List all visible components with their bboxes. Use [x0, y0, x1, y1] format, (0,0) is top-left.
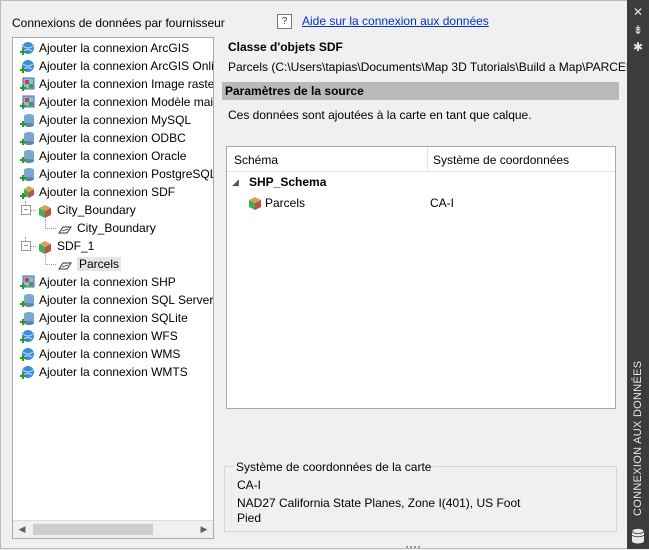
- tree-item-label: City_Boundary: [57, 203, 136, 217]
- pin-icon[interactable]: ⇟: [631, 23, 645, 37]
- tree-item-label: Ajouter la connexion SQL Server: [39, 293, 214, 307]
- collapse-toggle-icon[interactable]: −: [21, 241, 31, 251]
- tree-item-label: Ajouter la connexion Image raster: [39, 77, 214, 91]
- help-link[interactable]: Aide sur la connexion aux données: [302, 14, 489, 28]
- tree-item[interactable]: Ajouter la connexion SQL Server: [19, 291, 213, 309]
- tree-item[interactable]: Ajouter la connexion SHP: [19, 273, 176, 291]
- palette-sidebar: ✕ ⇟ ✱ CONNEXION AUX DONNÉES: [627, 0, 649, 549]
- schema-name: SHP_Schema: [249, 175, 327, 189]
- tree-item-label: City_Boundary: [77, 221, 156, 235]
- scroll-right-icon[interactable]: ▶: [197, 523, 211, 536]
- horizontal-scrollbar[interactable]: ◀ ▶: [13, 520, 213, 538]
- column-schema[interactable]: Schéma: [234, 153, 278, 167]
- resize-grip[interactable]: [406, 546, 420, 550]
- feature-class-icon: [57, 221, 73, 237]
- sdf-cube-icon: [37, 239, 53, 255]
- schema-group-row[interactable]: ◢ SHP_Schema: [227, 173, 615, 191]
- tree-item[interactable]: Ajouter la connexion Modèle maillé: [19, 93, 214, 111]
- schema-grid[interactable]: Schéma Système de coordonnées ◢ SHP_Sche…: [226, 146, 616, 409]
- sdf-add-icon: [19, 185, 35, 201]
- help-icon[interactable]: ?: [277, 14, 292, 29]
- tree-item[interactable]: Ajouter la connexion MySQL: [19, 111, 191, 129]
- tree-item-label: Ajouter la connexion SHP: [39, 275, 176, 289]
- database-add-icon: [19, 167, 35, 183]
- column-divider[interactable]: [427, 147, 428, 171]
- map-coordinate-system-title: Système de coordonnées de la carte: [234, 460, 434, 474]
- tree-item[interactable]: Ajouter la connexion ArcGIS: [19, 39, 189, 57]
- source-settings-header: Paramètres de la source: [222, 82, 619, 100]
- tree-item-label: Ajouter la connexion Oracle: [39, 149, 187, 163]
- map-cs-code: CA-I: [237, 478, 261, 492]
- globe-add-icon: [19, 329, 35, 345]
- feature-class-icon: [57, 257, 73, 273]
- scroll-thumb[interactable]: [33, 524, 153, 535]
- tree-item-label: SDF_1: [57, 239, 95, 253]
- tree-item[interactable]: City_Boundary: [45, 219, 156, 237]
- tree-item[interactable]: − SDF_1: [21, 237, 95, 255]
- tree-item[interactable]: − City_Boundary: [21, 201, 136, 219]
- collapse-arrow-icon[interactable]: ◢: [232, 173, 239, 191]
- feature-class-cube-icon: [247, 195, 263, 211]
- feature-class-title: Classe d'objets SDF: [228, 40, 343, 54]
- palette-title-text: CONNEXION AUX DONNÉES: [632, 360, 644, 516]
- tree-item-label: Ajouter la connexion ArcGIS Online: [39, 59, 214, 73]
- globe-add-icon: [19, 59, 35, 75]
- close-icon[interactable]: ✕: [631, 5, 645, 19]
- tree-item[interactable]: Parcels: [45, 255, 122, 273]
- feature-class-name: Parcels: [265, 196, 306, 210]
- tree-item[interactable]: Ajouter la connexion WMTS: [19, 363, 188, 381]
- database-add-icon: [19, 149, 35, 165]
- raster-add-icon: [19, 95, 35, 111]
- database-add-icon: [19, 113, 35, 129]
- globe-add-icon: [19, 365, 35, 381]
- collapse-toggle-icon[interactable]: −: [21, 205, 31, 215]
- tree-item[interactable]: Ajouter la connexion Oracle: [19, 147, 186, 165]
- database-add-icon: [19, 293, 35, 309]
- tree-item-label: Parcels: [77, 257, 122, 271]
- tree-item[interactable]: Ajouter la connexion WMS: [19, 345, 180, 363]
- tree-item[interactable]: Ajouter la connexion Image raster: [19, 75, 214, 93]
- raster-add-icon: [19, 77, 35, 93]
- globe-add-icon: [19, 347, 35, 363]
- tree-item[interactable]: Ajouter la connexion WFS: [19, 327, 178, 345]
- map-cs-description: NAD27 California State Planes, Zone I(40…: [237, 496, 521, 510]
- database-add-icon: [19, 131, 35, 147]
- scroll-left-icon[interactable]: ◀: [15, 523, 29, 536]
- globe-add-icon: [19, 41, 35, 57]
- tree-item-label: Ajouter la connexion WMTS: [39, 365, 188, 379]
- settings-icon[interactable]: ✱: [631, 40, 645, 54]
- tree-connector: [45, 255, 56, 265]
- tree-item[interactable]: Ajouter la connexion SDF: [19, 183, 175, 201]
- feature-class-coord[interactable]: CA-I: [430, 194, 454, 212]
- map-cs-description-cont: Pied: [237, 511, 262, 525]
- data-connect-panel: Connexions de données par fournisseur ? …: [0, 0, 644, 550]
- palette-title: CONNEXION AUX DONNÉES: [630, 360, 646, 518]
- sdf-cube-icon: [37, 203, 53, 219]
- tree-item-label: Ajouter la connexion MySQL: [39, 113, 192, 127]
- tree-item[interactable]: Ajouter la connexion ODBC: [19, 129, 186, 147]
- tree-item-label: Ajouter la connexion WFS: [39, 329, 178, 343]
- table-row[interactable]: Parcels CA-I: [227, 194, 615, 212]
- tree-connector: [45, 219, 56, 229]
- database-icon: [631, 528, 645, 544]
- tree-item-label: Ajouter la connexion Modèle maillé: [39, 95, 214, 109]
- column-coordinate-system[interactable]: Système de coordonnées: [433, 153, 569, 167]
- grid-header: Schéma Système de coordonnées: [227, 147, 615, 172]
- tree-item-label: Ajouter la connexion SQLite: [39, 311, 188, 325]
- feature-class-path: Parcels (C:\Users\tapias\Documents\Map 3…: [228, 60, 644, 74]
- tree-item-label: Ajouter la connexion WMS: [39, 347, 181, 361]
- tree-item-label: Ajouter la connexion ODBC: [39, 131, 186, 145]
- tree-item-label: Ajouter la connexion SDF: [39, 185, 176, 199]
- provider-tree[interactable]: Ajouter la connexion ArcGIS Ajouter la co…: [12, 37, 214, 539]
- tree-item-label: Ajouter la connexion PostgreSQL: [39, 167, 214, 181]
- source-description: Ces données sont ajoutées à la carte en …: [228, 108, 532, 122]
- database-add-icon: [19, 311, 35, 327]
- raster-add-icon: [19, 275, 35, 291]
- tree-item[interactable]: Ajouter la connexion SQLite: [19, 309, 188, 327]
- providers-title: Connexions de données par fournisseur: [12, 16, 225, 30]
- tree-item[interactable]: Ajouter la connexion ArcGIS Online: [19, 57, 214, 75]
- tree-item[interactable]: Ajouter la connexion PostgreSQL: [19, 165, 214, 183]
- tree-item-label: Ajouter la connexion ArcGIS: [39, 41, 190, 55]
